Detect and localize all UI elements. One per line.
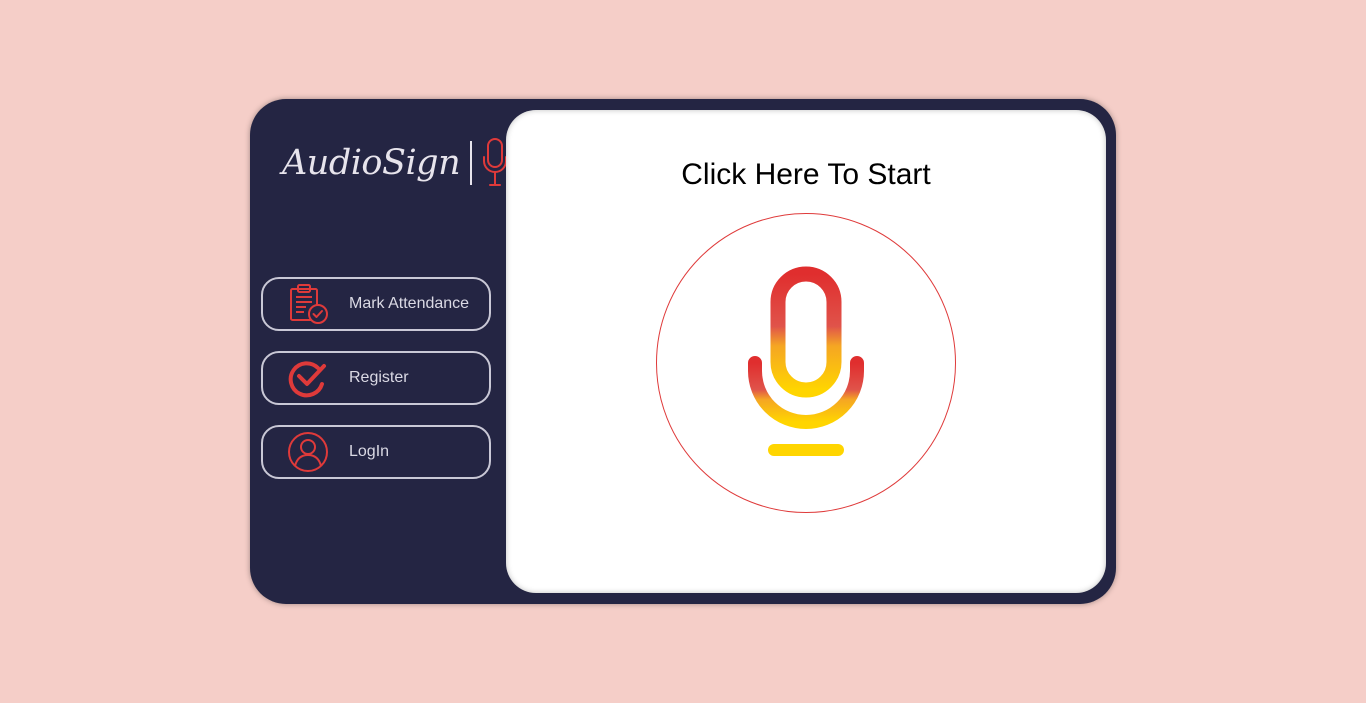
user-circle-icon xyxy=(286,430,330,474)
mark-attendance-label: Mark Attendance xyxy=(349,295,470,312)
microphone-icon xyxy=(748,266,864,456)
brand-logo: AudioSign xyxy=(282,136,510,190)
register-button[interactable]: Register xyxy=(261,351,491,405)
login-button[interactable]: LogIn xyxy=(261,425,491,479)
start-recording-button[interactable] xyxy=(656,213,956,513)
register-label: Register xyxy=(349,369,409,386)
login-label: LogIn xyxy=(349,443,390,460)
brand-divider xyxy=(470,141,473,185)
start-title[interactable]: Click Here To Start xyxy=(506,158,1106,192)
mark-attendance-button[interactable]: Mark Attendance xyxy=(261,277,491,331)
brand-name: AudioSign xyxy=(282,142,461,183)
app-card: AudioSign Mark Attendance Register LogIn… xyxy=(250,99,1116,604)
clipboard-check-icon xyxy=(286,282,330,326)
check-circle-icon xyxy=(286,356,330,400)
main-panel: Click Here To Start xyxy=(506,110,1106,593)
